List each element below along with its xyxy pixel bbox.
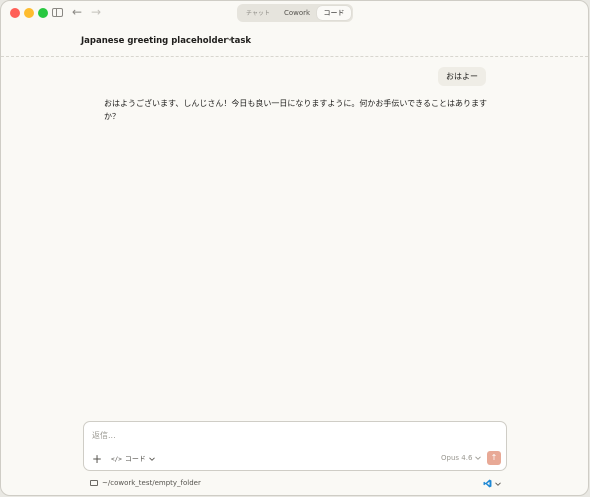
send-button[interactable]: ↑ [487, 451, 501, 465]
model-label: Opus 4.6 [441, 454, 473, 462]
minimize-window-button[interactable] [24, 8, 34, 18]
vscode-icon[interactable] [483, 479, 492, 488]
close-window-button[interactable] [10, 8, 20, 18]
tab-cowork[interactable]: Cowork [277, 6, 317, 20]
user-message-bubble: おはよー [438, 67, 486, 86]
working-directory-path: ~/cowork_test/empty_folder [102, 479, 201, 487]
chevron-down-icon [149, 457, 155, 461]
maximize-window-button[interactable] [38, 8, 48, 18]
tab-chat[interactable]: チャット [239, 6, 277, 20]
working-directory[interactable]: ~/cowork_test/empty_folder [90, 479, 201, 487]
mode-dropdown[interactable]: </> コード [111, 454, 155, 464]
chevron-down-icon [475, 456, 482, 460]
tab-code[interactable]: コード [317, 6, 351, 20]
chevron-down-icon[interactable] [227, 36, 233, 42]
title-bar: ← → チャット Cowork コード [1, 1, 588, 27]
task-title[interactable]: Japanese greeting placeholder task [81, 36, 251, 46]
forward-arrow-icon[interactable]: → [91, 5, 101, 19]
monitor-icon [90, 480, 98, 486]
model-dropdown[interactable]: Opus 4.6 [441, 454, 482, 462]
add-attachment-button[interactable]: + [92, 453, 102, 465]
assistant-message: おはようございます、しんじさん！今日も良い一日になりますように。何かお手伝いでき… [104, 99, 487, 121]
sidebar-toggle-icon[interactable] [52, 8, 63, 17]
code-icon: </> [111, 455, 122, 463]
task-header: Japanese greeting placeholder task [1, 28, 588, 57]
message-composer: + </> コード Opus 4.6 ↑ [83, 421, 507, 471]
mode-switcher: チャット Cowork コード [237, 4, 353, 22]
reply-input[interactable] [92, 431, 492, 440]
back-arrow-icon[interactable]: ← [72, 5, 82, 19]
send-arrow-icon: ↑ [490, 453, 498, 462]
chevron-down-icon[interactable] [495, 481, 501, 487]
mode-dropdown-label: コード [124, 455, 146, 463]
app-window: ← → チャット Cowork コード Japanese greeting pl… [0, 0, 589, 496]
